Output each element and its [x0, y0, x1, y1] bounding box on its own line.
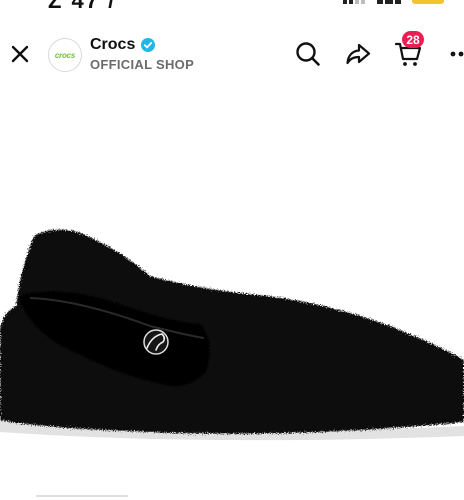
shop-name: Crocs [90, 36, 136, 53]
network-icon [377, 0, 401, 4]
status-bar: Z 47 / [0, 0, 464, 8]
close-icon [11, 45, 29, 63]
shop-info[interactable]: Crocs OFFICIAL SHOP [90, 35, 194, 72]
shop-logo[interactable]: crocs [48, 38, 82, 72]
shop-subtitle: OFFICIAL SHOP [90, 57, 195, 72]
cart-count-badge: 28 [402, 31, 424, 48]
search-button[interactable] [294, 40, 322, 68]
close-button[interactable] [6, 40, 34, 68]
signal-icon [343, 0, 365, 4]
verified-check-icon [141, 38, 156, 52]
image-scroll-indicator [36, 495, 128, 497]
search-icon [296, 42, 320, 66]
shop-header: crocs Crocs OFFICIAL SHOP 28 [0, 28, 464, 80]
shop-logo-text: crocs [54, 50, 76, 60]
share-button[interactable] [344, 40, 372, 68]
battery-icon [412, 0, 444, 4]
status-time: Z 47 / [48, 0, 116, 8]
more-options-button[interactable] [444, 40, 464, 68]
product-image[interactable] [0, 200, 464, 450]
share-icon [346, 43, 371, 65]
more-options-icon [450, 51, 464, 57]
